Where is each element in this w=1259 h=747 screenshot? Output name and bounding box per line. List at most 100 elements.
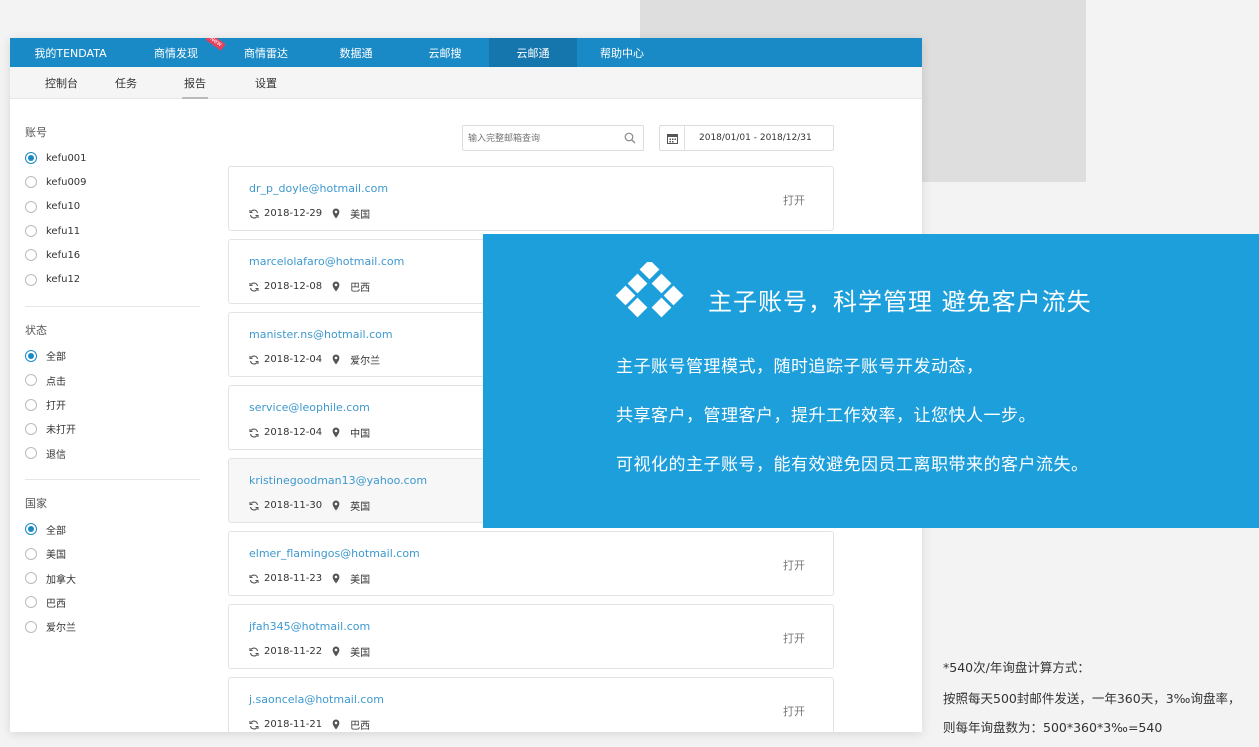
location-pin-icon <box>332 208 345 219</box>
radio-icon[interactable] <box>25 547 37 560</box>
nav-data[interactable]: 数据通 <box>311 38 401 67</box>
account-option[interactable]: kefu12 <box>25 267 210 291</box>
diamond-logo-icon <box>614 262 685 319</box>
filter-sidebar: 账号 kefu001 kefu009 kefu10 kefu11 kefu16 … <box>10 99 210 639</box>
status-group-title: 状态 <box>25 323 47 337</box>
tab-reports[interactable]: 报告 <box>182 67 208 99</box>
refresh-icon <box>249 501 264 511</box>
search-input[interactable] <box>463 127 613 151</box>
radio-icon[interactable] <box>25 447 37 460</box>
radio-icon[interactable] <box>25 273 37 286</box>
country-group-title: 国家 <box>25 497 47 511</box>
email-country: 中国 <box>350 429 371 440</box>
radio-checked-icon[interactable] <box>25 152 37 165</box>
account-option[interactable]: kefu11 <box>25 219 210 243</box>
radio-icon[interactable] <box>25 620 37 633</box>
email-country: 英国 <box>350 502 371 513</box>
footnote-line: 按照每天500封邮件发送，一年360天，3‰询盘率， <box>943 691 1241 706</box>
email-date: 2018-11-23 <box>264 573 323 584</box>
radio-icon[interactable] <box>25 596 37 609</box>
email-date: 2018-11-30 <box>264 500 323 511</box>
search-icon[interactable] <box>624 132 636 144</box>
email-country: 美国 <box>350 575 371 586</box>
calendar-icon[interactable] <box>660 126 685 150</box>
open-status[interactable]: 打开 <box>783 557 805 573</box>
status-option[interactable]: 打开 <box>25 392 210 416</box>
email-address[interactable]: dr_p_doyle@hotmail.com <box>249 182 388 195</box>
status-option[interactable]: 退信 <box>25 441 210 465</box>
refresh-icon <box>249 209 264 219</box>
top-navigation: 我的TENDATA 商情发现 New 商情雷达 数据通 云邮搜 云邮通 帮助中心 <box>10 38 922 67</box>
open-status[interactable]: 打开 <box>783 703 805 719</box>
radio-icon[interactable] <box>25 176 37 189</box>
promo-banner: 主子账号，科学管理 避免客户流失 主子账号管理模式，随时追踪子账号开发动态， 共… <box>483 234 1259 528</box>
account-option[interactable]: kefu009 <box>25 170 210 194</box>
nav-help[interactable]: 帮助中心 <box>577 38 667 67</box>
email-address[interactable]: marcelolafaro@hotmail.com <box>249 255 404 268</box>
location-pin-icon <box>332 354 345 365</box>
nav-my-tendata[interactable]: 我的TENDATA <box>10 38 131 67</box>
account-option[interactable]: kefu16 <box>25 243 210 267</box>
email-country: 美国 <box>350 210 371 221</box>
email-country: 巴西 <box>350 283 371 294</box>
country-option[interactable]: 美国 <box>25 542 210 566</box>
email-card[interactable]: elmer_flamingos@hotmail.com 2018-11-23 美国 打… <box>228 531 834 596</box>
refresh-icon <box>249 355 264 365</box>
refresh-icon <box>249 574 264 584</box>
email-meta: 2018-12-08 巴西 <box>249 279 370 294</box>
email-date: 2018-12-08 <box>264 281 323 292</box>
radio-icon[interactable] <box>25 398 37 411</box>
email-address[interactable]: service@leophile.com <box>249 401 370 414</box>
tab-tasks[interactable]: 任务 <box>115 67 137 99</box>
email-address[interactable]: kristinegoodman13@yahoo.com <box>249 474 427 487</box>
email-country: 巴西 <box>350 721 371 732</box>
email-meta: 2018-12-04 爱尔兰 <box>249 352 380 367</box>
email-address[interactable]: jfah345@hotmail.com <box>249 620 370 633</box>
nav-cloud-search[interactable]: 云邮搜 <box>401 38 489 67</box>
email-card[interactable]: dr_p_doyle@hotmail.com 2018-12-29 美国 打开 <box>228 166 834 231</box>
country-option[interactable]: 爱尔兰 <box>25 614 210 638</box>
status-option[interactable]: 点击 <box>25 368 210 392</box>
status-option[interactable]: 全部 <box>25 344 210 368</box>
email-date: 2018-12-04 <box>264 427 323 438</box>
nav-radar[interactable]: 商情雷达 <box>221 38 311 67</box>
location-pin-icon <box>332 500 345 511</box>
radio-icon[interactable] <box>25 225 37 238</box>
email-card[interactable]: jfah345@hotmail.com 2018-11-22 美国 打开 <box>228 604 834 669</box>
nav-cloud-mail[interactable]: 云邮通 <box>489 38 577 67</box>
radio-icon[interactable] <box>25 374 37 387</box>
radio-icon[interactable] <box>25 200 37 213</box>
email-search-box <box>462 125 644 151</box>
nav-discovery[interactable]: 商情发现 New <box>131 38 226 67</box>
tab-dashboard[interactable]: 控制台 <box>45 67 78 99</box>
radio-icon[interactable] <box>25 422 37 435</box>
promo-line: 主子账号管理模式，随时追踪子账号开发动态， <box>616 357 984 377</box>
open-status[interactable]: 打开 <box>783 630 805 646</box>
radio-checked-icon[interactable] <box>25 523 37 536</box>
country-option[interactable]: 全部 <box>25 517 210 541</box>
refresh-icon <box>249 720 264 730</box>
email-card[interactable]: j.saoncela@hotmail.com 2018-11-21 巴西 打开 <box>228 677 834 732</box>
email-country: 美国 <box>350 648 371 659</box>
date-range-picker[interactable]: 2018/01/01 - 2018/12/31 <box>659 125 834 151</box>
email-address[interactable]: elmer_flamingos@hotmail.com <box>249 547 420 560</box>
open-status[interactable]: 打开 <box>783 192 805 208</box>
email-address[interactable]: j.saoncela@hotmail.com <box>249 693 384 706</box>
email-meta: 2018-11-30 英国 <box>249 498 370 513</box>
radio-icon[interactable] <box>25 572 37 584</box>
promo-headline: 主子账号，科学管理 避免客户流失 <box>708 288 1092 316</box>
country-option[interactable]: 巴西 <box>25 590 210 614</box>
status-option[interactable]: 未打开 <box>25 417 210 441</box>
location-pin-icon <box>332 646 345 657</box>
account-option[interactable]: kefu10 <box>25 195 210 219</box>
radio-icon[interactable] <box>25 249 37 262</box>
location-pin-icon <box>332 573 345 584</box>
country-option[interactable]: 加拿大 <box>25 566 210 590</box>
email-address[interactable]: manister.ns@hotmail.com <box>249 328 393 341</box>
tab-settings[interactable]: 设置 <box>255 67 277 99</box>
radio-checked-icon[interactable] <box>25 349 37 362</box>
account-option[interactable]: kefu001 <box>25 146 210 170</box>
email-meta: 2018-11-22 美国 <box>249 644 370 659</box>
promo-line: 共享客户，管理客户，提升工作效率，让您快人一步。 <box>616 406 1036 426</box>
refresh-icon <box>249 647 264 657</box>
